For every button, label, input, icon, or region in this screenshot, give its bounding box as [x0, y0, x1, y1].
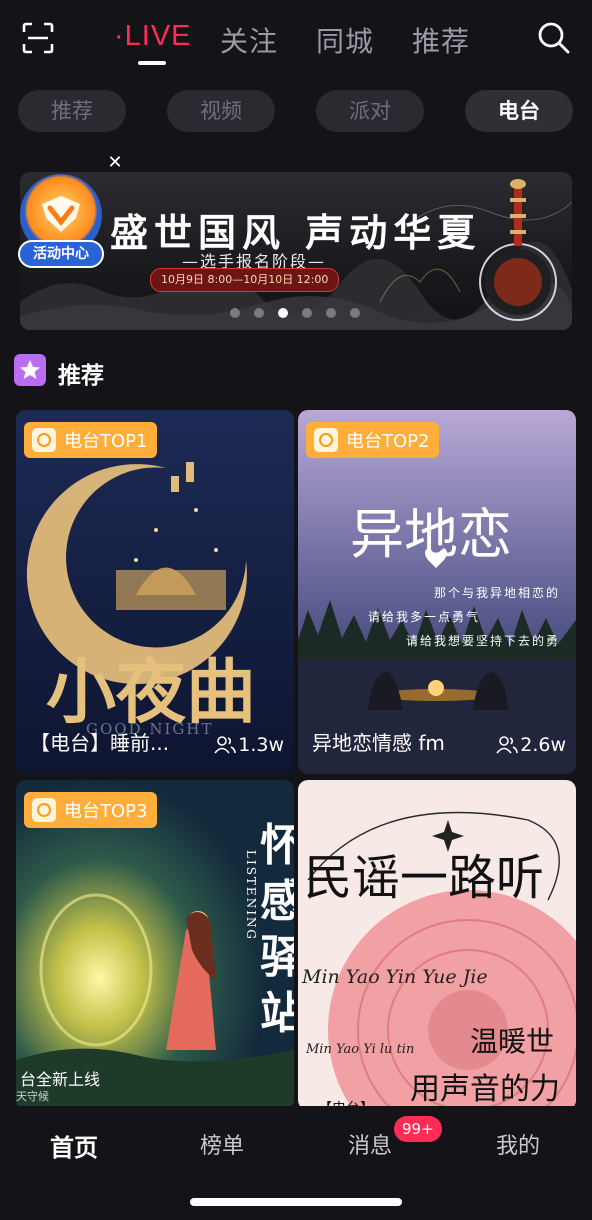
chip-video[interactable]: 视频 [167, 90, 275, 132]
tab-live[interactable]: ·LIVE [114, 20, 192, 53]
pipa-instrument-image [479, 179, 557, 321]
carousel-dot[interactable] [254, 308, 264, 318]
radio-card[interactable]: 小夜曲 GOOD NIGHT 电台TOP1 【电台】睡前... 1.3w [16, 410, 294, 774]
activity-center-label: 活动中心 [18, 240, 104, 268]
listener-count: 1.3w [214, 734, 284, 756]
card-art-title: 异地恋 [350, 503, 512, 566]
people-icon [214, 736, 237, 754]
card-art-footer: 台全新上线 [20, 1070, 101, 1089]
active-tab-indicator [138, 61, 166, 65]
top-nav: ·LIVE 关注 同城 推荐 [0, 0, 592, 80]
carousel-dot[interactable] [230, 308, 240, 318]
rank-tag-label: 电台TOP3 [64, 801, 148, 822]
chip-party[interactable]: 派对 [316, 90, 424, 132]
card-title: 【电台】睡前... [30, 731, 170, 755]
section-title: 推荐 [58, 363, 104, 389]
card-art-line: 那个与我异地相恋的 [434, 586, 561, 600]
carousel-dot[interactable] [326, 308, 336, 318]
chip-radio[interactable]: 电台 [465, 90, 573, 132]
card-art-title: 民谣一路听 [304, 850, 545, 906]
close-icon[interactable]: ✕ [104, 152, 126, 174]
listener-count-value: 2.6w [520, 734, 566, 756]
card-art-footer: 用声音的力 [410, 1072, 560, 1107]
tab-home[interactable]: 首页 [50, 1128, 98, 1163]
people-icon [496, 736, 519, 754]
radio-icon [314, 428, 338, 452]
radio-card[interactable]: 异地恋 那个与我异地相恋的 请给我多一点勇气 请给我想要坚持下去的勇 电台TOP… [298, 410, 576, 774]
activity-center-button[interactable]: 活动中心 [16, 172, 108, 270]
rank-tag-label: 电台TOP1 [64, 431, 148, 452]
card-art-subtitle: Min Yao Yi lu tin [306, 1042, 415, 1057]
carousel-dot-active[interactable] [278, 308, 288, 318]
tab-rankings[interactable]: 榜单 [200, 1128, 244, 1160]
rank-tag: 电台TOP1 [24, 422, 158, 458]
carousel-dot[interactable] [350, 308, 360, 318]
carousel-dots [230, 308, 370, 318]
card-art-line: 请给我多一点勇气 [368, 610, 481, 624]
listener-count-value: 1.3w [238, 734, 284, 756]
rank-tag: 电台TOP2 [306, 422, 440, 458]
chip-recommend[interactable]: 推荐 [18, 90, 126, 132]
message-badge: 99+ [394, 1116, 442, 1142]
tab-nearby[interactable]: 同城 [316, 20, 374, 60]
tab-follow[interactable]: 关注 [220, 20, 278, 60]
card-artwork [16, 780, 294, 1110]
card-art-footer: 天守候 [16, 1090, 49, 1103]
card-art-subtitle: Min Yao Yin Yue Jie [302, 966, 488, 988]
radio-card[interactable]: 怀感驿站 LISTENING 台全新上线 天守候 电台TOP3 [16, 780, 294, 1110]
card-artwork [298, 780, 576, 1110]
home-indicator [190, 1198, 402, 1206]
tab-profile[interactable]: 我的 [496, 1128, 540, 1160]
scan-icon[interactable] [22, 22, 54, 54]
card-art-line: 请给我想要坚持下去的勇 [406, 634, 561, 648]
banner-date: 10月9日 8:00—10月10日 12:00 [150, 268, 340, 292]
radio-icon [32, 428, 56, 452]
card-art-subtitle: LISTENING [244, 850, 258, 942]
search-icon[interactable] [536, 20, 572, 56]
card-art-title: 怀感驿站 [260, 820, 294, 1039]
listener-count: 2.6w [496, 734, 566, 756]
radio-card[interactable]: 民谣一路听 Min Yao Yin Yue Jie Min Yao Yi lu … [298, 780, 576, 1110]
card-art-footer: 温暖世 [470, 1025, 555, 1058]
radio-icon [32, 798, 56, 822]
tab-recommend[interactable]: 推荐 [412, 20, 470, 60]
tab-messages[interactable]: 消息 [348, 1128, 392, 1160]
rank-tag: 电台TOP3 [24, 792, 158, 828]
carousel-dot[interactable] [302, 308, 312, 318]
rank-tag-label: 电台TOP2 [346, 431, 430, 452]
category-chips: 推荐 视频 派对 电台 [0, 90, 592, 136]
card-title: 异地恋情感 fm [312, 731, 445, 755]
star-icon [14, 354, 46, 386]
